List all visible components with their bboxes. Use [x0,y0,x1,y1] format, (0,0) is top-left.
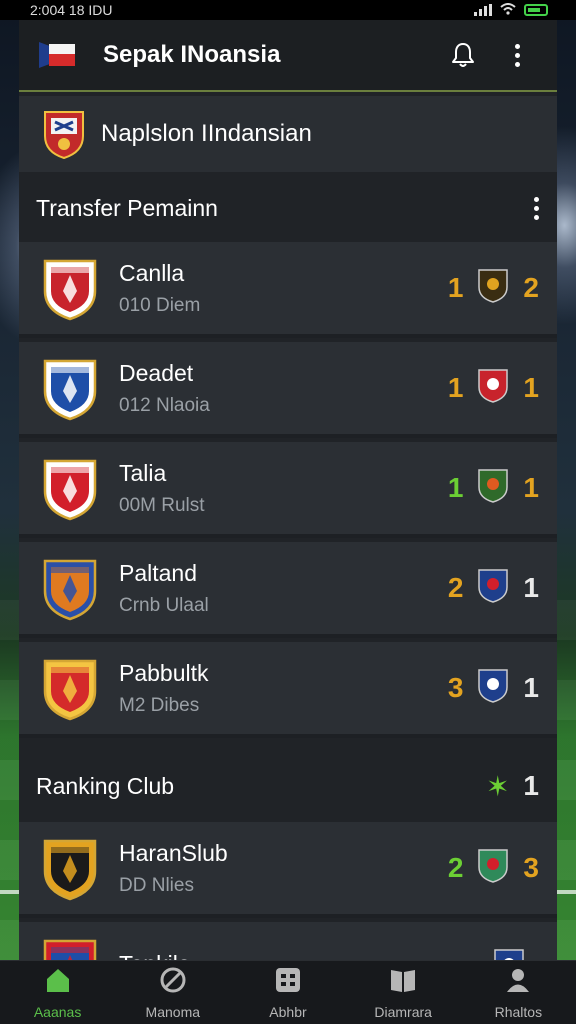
nav-item-abhbr[interactable]: Abhbr [238,965,338,1020]
score-box: 11 [448,467,539,510]
transfers-row[interactable]: Deadet 012 Nlaoia 1 1 [19,342,557,438]
right-score: 1 [523,472,539,503]
opponent-crest-icon [477,847,509,890]
opponent-crest-icon [477,367,509,410]
opponent-crest-icon [477,667,509,710]
nav-label: Aaanas [33,1004,82,1020]
wifi-icon [500,2,516,18]
club-crest-icon [41,555,99,621]
nav-item-manoma[interactable]: Manoma [123,965,223,1020]
transfer-section-title: Transfer Pemainn [36,194,218,221]
nav-item-diamrara[interactable]: Diamrara [353,965,453,1020]
status-icons [474,2,548,18]
battery-icon [524,4,548,16]
club-crest-icon [41,835,99,901]
club-name: Paltand [119,559,198,586]
club-subtitle: 00M Rulst [119,494,205,516]
club-name: Pabbultk [119,659,209,686]
club-crest-icon [41,355,99,421]
row-text: HaranSlub DD Nlies [119,840,448,897]
app-bar: Sepak INoansia [19,20,557,92]
score-box: 31 [448,667,539,710]
left-score: 1 [447,472,464,503]
row-text: Pabbultk M2 Dibes [119,660,448,717]
transfers-row[interactable]: Canlla 010 Diem 1 2 [19,242,557,338]
club-name: HaranSlub [119,839,228,866]
status-bar: 2:004 18 IDU [0,0,576,20]
ranking-row[interactable]: HaranSlub DD Nlies 2 3 [19,822,557,918]
transfer-section-header: Transfer Pemainn [19,188,557,228]
league-banner[interactable]: Naplslon IIndansian [19,96,557,172]
flag-icon [39,42,75,68]
score-box: 23 [448,847,539,890]
ranking-head-score: ✶ 1 [486,770,539,803]
right-score: 2 [523,272,539,303]
club-crest-icon [41,255,99,321]
left-score: 2 [447,572,464,603]
league-title: Naplslon IIndansian [101,120,312,147]
notification-bell-button[interactable] [443,35,483,75]
club-subtitle: M2 Dibes [119,694,200,716]
ranking-section-header: Ranking Club ✶ 1 [19,765,557,807]
ranking-section-title: Ranking Club [36,772,175,799]
right-score: 3 [523,852,539,883]
club-subtitle: DD Nlies [119,874,194,896]
row-text: Deadet 012 Nlaoia [119,360,448,417]
signal-icon [474,4,492,16]
book-icon [388,965,418,1000]
row-text: Talia 00M Rulst [119,460,448,517]
profile-icon [503,965,533,1000]
home-icon [43,965,73,1000]
grid-icon [273,965,303,1000]
nav-item-aaanas[interactable]: Aaanas [8,965,108,1020]
score-box: 12 [448,267,539,310]
club-subtitle: Crnb Ulaal [119,594,209,616]
bell-icon [452,43,474,67]
nav-item-rhaltos[interactable]: Rhaltos [468,965,568,1020]
ranking-head-value: 1 [523,770,539,801]
club-name: Talia [119,459,167,486]
overflow-menu-button[interactable] [497,35,537,75]
bottom-navigation: Aaanas Manoma Abhbr Diamrara Rhaltos [0,960,576,1024]
status-time: 2:004 18 IDU [30,2,113,18]
nav-label: Abhbr [269,1004,307,1020]
right-score: 1 [523,572,539,603]
right-score: 1 [523,672,539,703]
left-score: 2 [447,852,464,883]
section-more-icon[interactable] [534,196,539,220]
club-subtitle: 012 Nlaoia [119,394,210,416]
opponent-crest-icon [477,267,509,310]
main-panel: Sepak INoansia Naplslon IIndansian Trans… [19,20,557,1018]
club-name: Canlla [119,259,185,286]
transfers-row[interactable]: Talia 00M Rulst 1 1 [19,442,557,538]
opponent-crest-icon [477,567,509,610]
right-score: 1 [523,372,539,403]
left-score: 1 [447,372,464,403]
nav-label: Rhaltos [494,1004,543,1020]
app-title: Sepak INoansia [103,41,281,68]
transfers-row[interactable]: Paltand Crnb Ulaal 2 1 [19,542,557,638]
left-score: 1 [447,272,464,303]
club-crest-icon [41,455,99,521]
score-box: 11 [448,367,539,410]
nav-label: Diamrara [374,1004,432,1020]
score-box: 21 [448,567,539,610]
league-crest-icon [44,111,84,160]
opponent-crest-icon [477,467,509,510]
left-score: 3 [447,672,464,703]
transfers-row[interactable]: Pabbultk M2 Dibes 3 1 [19,642,557,738]
nav-label: Manoma [145,1004,201,1020]
club-subtitle: 010 Diem [119,294,201,316]
star-icon: ✶ [485,770,510,802]
more-vert-icon [514,43,520,67]
row-text: Canlla 010 Diem [119,260,448,317]
compass-icon [158,965,188,1000]
row-text: Paltand Crnb Ulaal [119,560,448,617]
club-name: Deadet [119,359,194,386]
club-crest-icon [41,655,99,721]
